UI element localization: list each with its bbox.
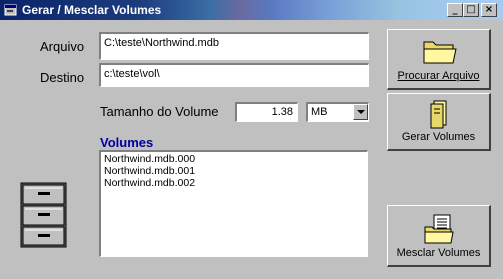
split-file-icon [430,100,446,129]
gerar-volumes-button[interactable]: Gerar Volumes [387,93,491,151]
procurar-arquivo-button[interactable]: Procurar Arquivo [387,29,491,90]
unit-select[interactable]: MB [306,102,369,122]
title-bar[interactable]: Gerar / Mesclar Volumes _ □ × [0,0,503,20]
mesclar-volumes-button[interactable]: Mesclar Volumes [387,205,491,267]
close-button[interactable]: × [481,3,497,17]
tamanho-label: Tamanho do Volume [100,104,219,119]
list-item[interactable]: Northwind.mdb.002 [104,177,364,189]
file-cabinet-icon [20,182,67,248]
destino-input[interactable]: c:\teste\vol\ [99,63,369,87]
tamanho-input[interactable]: 1.38 [235,102,298,122]
folder-icon [423,41,457,64]
chevron-down-icon[interactable] [353,104,368,120]
mesclar-volumes-label: Mesclar Volumes [396,247,481,259]
app-window-icon [4,4,17,16]
unit-select-value: MB [311,106,328,118]
destino-label: Destino [40,70,85,85]
arquivo-label: Arquivo [40,39,85,54]
procurar-arquivo-label: Procurar Arquivo [397,70,480,82]
gerar-volumes-label: Gerar Volumes [401,131,476,143]
volumes-list[interactable]: Northwind.mdb.000 Northwind.mdb.001 Nort… [99,150,368,257]
merge-documents-icon [424,214,454,244]
list-item[interactable]: Northwind.mdb.000 [104,153,364,165]
minimize-button[interactable]: _ [447,3,463,17]
window-title: Gerar / Mesclar Volumes [22,3,162,17]
maximize-button[interactable]: □ [463,3,479,17]
volumes-title: Volumes [100,135,154,150]
arquivo-input[interactable]: C:\teste\Northwind.mdb [99,32,369,60]
list-item[interactable]: Northwind.mdb.001 [104,165,364,177]
